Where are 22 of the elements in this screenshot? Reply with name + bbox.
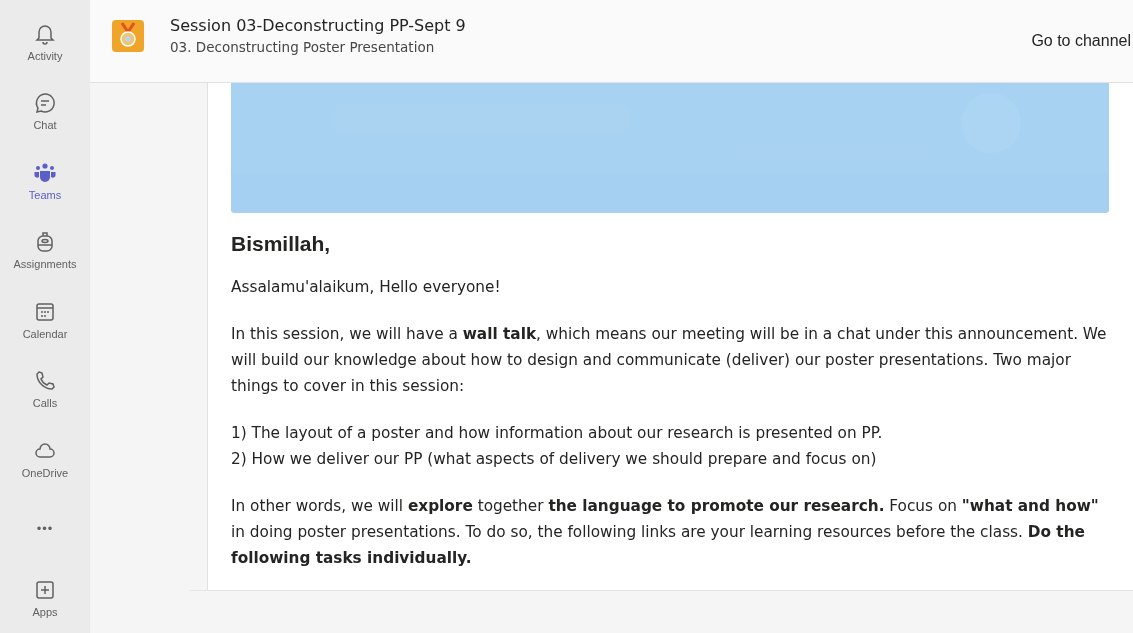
rail-item[interactable]: Chat (0, 77, 90, 147)
rail-item[interactable]: Calls (0, 355, 90, 425)
rail-item[interactable]: ••• (0, 494, 90, 564)
paragraph: In this session, we will have a wall talk, which means our meeting will be in a chat under this announcement. We will build our knowledge about how to design and communicate (deliver) our poster presentations. Two major things to cover in this session: (231, 324, 1108, 397)
medal-icon (112, 20, 144, 52)
people-icon (33, 160, 57, 185)
rail-item[interactable]: Apps (0, 563, 90, 633)
rail-item[interactable]: Assignments (0, 216, 90, 286)
rail-item[interactable]: Teams (0, 146, 90, 217)
channel-title: Session 03-Deconstructing PP-Sept 9 (170, 15, 467, 35)
post-heading: Bismillah, (231, 232, 332, 256)
chat-icon (33, 91, 57, 116)
go-to-channel-link[interactable]: Go to channel (1031, 32, 1131, 50)
paragraph: In other words, we will explore together the language to promote our research. Focus on "what and how" in doing poster presentations. To do so, the following links are your learning resources before the class. Do the following tasks individually. (231, 496, 1100, 569)
paragraph: 1) The layout of a poster and how information about our research is presented on PP. (231, 423, 884, 444)
paragraph: Assalamu'alaikum, Hello everyone! (231, 277, 502, 298)
rail-item[interactable]: OneDrive (0, 424, 90, 495)
rail-item[interactable]: Calendar (0, 285, 90, 356)
rail-item[interactable]: Activity (0, 8, 90, 78)
paragraph: 2) How we deliver our PP (what aspects of delivery we should prepare and focus on) (231, 449, 878, 470)
bell-icon (33, 22, 57, 46)
channel-subtitle: 03. Deconstructing Poster Presentation (170, 38, 436, 55)
